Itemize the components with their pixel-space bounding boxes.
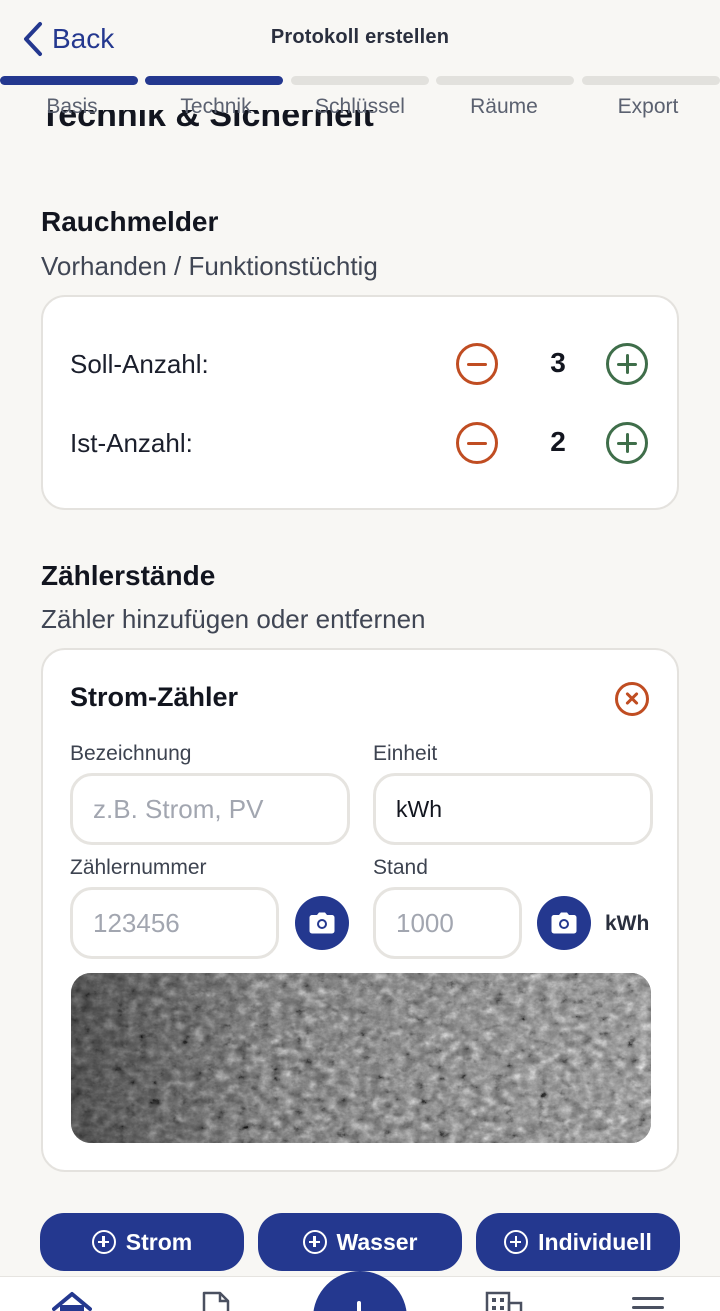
add-custom-label: Individuell: [538, 1228, 652, 1255]
home-icon[interactable]: [52, 1289, 92, 1311]
camera-icon: [309, 912, 335, 934]
plus-circle-icon: [504, 1230, 529, 1254]
document-icon[interactable]: [200, 1291, 232, 1311]
actual-count-label: Ist-Anzahl:: [70, 428, 193, 458]
meter-photo[interactable]: [71, 973, 651, 1143]
target-count-value: 3: [550, 347, 566, 378]
reading-unit: kWh: [605, 912, 650, 935]
step-tab-export[interactable]: Export: [576, 95, 720, 119]
name-input[interactable]: z.B. Strom, PV: [70, 773, 350, 845]
minus-circle-icon: [467, 362, 487, 366]
header: Back Protokoll erstellen: [0, 0, 720, 76]
add-power-meter-button[interactable]: Strom: [40, 1213, 244, 1271]
menu-icon[interactable]: [632, 1297, 664, 1311]
reading-camera-button[interactable]: [537, 896, 591, 950]
add-custom-meter-button[interactable]: Individuell: [476, 1213, 680, 1271]
building-icon[interactable]: [485, 1291, 523, 1311]
step-tab-basis[interactable]: Basis: [0, 95, 144, 119]
meter-card: Strom-Zähler Bezeichnung Einheit z.B. St…: [41, 648, 679, 1172]
meter-number-input[interactable]: 123456: [70, 887, 279, 959]
add-water-meter-button[interactable]: Wasser: [258, 1213, 462, 1271]
reading-input[interactable]: 1000: [373, 887, 522, 959]
meter-number-label: Zählernummer: [70, 856, 207, 879]
target-count-label: Soll-Anzahl:: [70, 349, 209, 379]
plus-circle-icon: [302, 1230, 327, 1254]
unit-input[interactable]: kWh: [373, 773, 653, 845]
minus-circle-icon: [467, 441, 487, 445]
step-tab-raeume[interactable]: Räume: [432, 95, 576, 119]
smoke-card: Soll-Anzahl: 3 Ist-Anzahl: 2: [41, 295, 679, 510]
target-increment-button[interactable]: [606, 343, 648, 385]
camera-icon: [551, 912, 577, 934]
step-bar-basis: [0, 76, 138, 85]
step-progress: [0, 76, 720, 86]
add-power-label: Strom: [125, 1228, 193, 1255]
step-tab-schluessel[interactable]: Schlüssel: [288, 95, 432, 119]
meter-card-title: Strom-Zähler: [70, 682, 239, 712]
smoke-section-title: Rauchmelder: [41, 206, 219, 237]
unit-field-label: Einheit: [373, 742, 438, 765]
step-bar-technik: [145, 76, 283, 85]
step-tab-technik[interactable]: Technik: [144, 95, 288, 119]
plus-circle-icon: [91, 1230, 116, 1254]
smoke-section-subtitle: Vorhanden / Funktionstüchtig: [41, 251, 378, 281]
meters-section-subtitle: Zähler hinzufügen oder entfernen: [41, 604, 426, 634]
target-count-row: Soll-Anzahl: 3: [70, 339, 654, 389]
plus-circle-icon-vertical: [625, 433, 629, 453]
page-header-title: Protokoll erstellen: [270, 26, 450, 48]
remove-meter-button[interactable]: [615, 682, 649, 716]
actual-count-value: 2: [550, 426, 566, 457]
reading-label: Stand: [373, 856, 428, 879]
target-decrement-button[interactable]: [456, 343, 498, 385]
actual-decrement-button[interactable]: [456, 422, 498, 464]
meter-number-camera-button[interactable]: [295, 896, 349, 950]
name-field-label: Bezeichnung: [70, 742, 192, 765]
step-bar-schluessel: [291, 76, 429, 85]
step-bar-export: [582, 76, 720, 85]
actual-count-row: Ist-Anzahl: 2: [70, 418, 654, 468]
step-bar-raeume: [436, 76, 574, 85]
add-water-label: Wasser: [336, 1228, 418, 1255]
photo-texture: [71, 973, 651, 1143]
plus-circle-icon-vertical: [625, 354, 629, 374]
meters-section-title: Zählerstände: [41, 560, 216, 591]
actual-increment-button[interactable]: [606, 422, 648, 464]
